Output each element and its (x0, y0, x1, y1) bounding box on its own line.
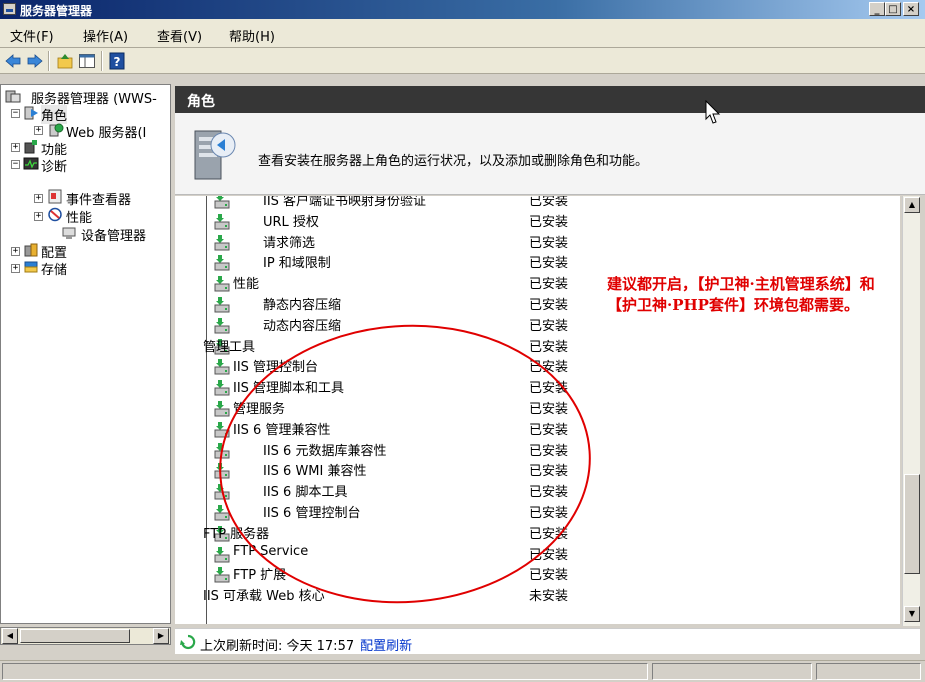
mouse-cursor-icon (705, 100, 721, 124)
tree-item-storage[interactable]: 存储 (41, 259, 67, 278)
status-panel-middle (652, 663, 812, 680)
role-service-name: IP 和域限制 (263, 256, 331, 272)
toolbar-separator (48, 51, 50, 71)
close-button[interactable]: × (903, 2, 919, 16)
forward-icon[interactable] (26, 52, 44, 70)
role-service-name: 性能 (233, 277, 260, 293)
toolbar: ? (0, 48, 925, 74)
pane-title: 角色 (187, 94, 215, 110)
toolbar-separator (101, 51, 103, 71)
banner-description: 查看安装在服务器上角色的运行状况，以及添加或删除角色和功能。 (258, 154, 649, 169)
expand-toggle[interactable]: + (11, 264, 20, 273)
installed-service-icon (214, 234, 230, 251)
status-bar (0, 660, 925, 682)
minimize-button[interactable]: _ (869, 2, 885, 16)
help-icon[interactable]: ? (108, 52, 126, 70)
svg-text:?: ? (114, 55, 121, 69)
tree-item-web-server[interactable]: Web 服务器(I (66, 122, 146, 141)
roles-icon (24, 106, 38, 120)
installed-service-icon (214, 196, 230, 209)
configure-refresh-link[interactable]: 配置刷新 (360, 639, 412, 654)
role-service-status: 已安装 (529, 256, 569, 272)
tree-scroll-thumb[interactable] (20, 629, 130, 643)
show-hide-tree-icon[interactable] (78, 52, 96, 70)
menu-file[interactable]: 文件(F) (10, 26, 54, 45)
web-server-icon (49, 123, 64, 137)
performance-icon (48, 207, 62, 222)
role-service-status: 已安装 (529, 235, 569, 251)
refresh-icon (180, 634, 196, 650)
installed-service-icon (214, 297, 230, 313)
diagnostics-icon (23, 157, 39, 170)
back-icon[interactable] (4, 52, 22, 70)
up-folder-icon[interactable] (56, 52, 74, 70)
maximize-button[interactable]: □ (885, 2, 901, 16)
pane-header: 角色 (175, 86, 925, 113)
tree-connector-line (206, 196, 207, 624)
role-service-name: 静态内容压缩 (263, 298, 342, 313)
last-refresh-label: 上次刷新时间: 今天 17:57 (200, 639, 355, 654)
menu-bar: 文件(F) 操作(A) 查看(V) 帮助(H) (0, 19, 925, 48)
window-title: 服务器管理器 (20, 4, 93, 18)
content-vertical-scrollbar[interactable]: ▲ ▼ (902, 196, 920, 626)
expand-toggle[interactable]: + (11, 247, 20, 256)
tree-horizontal-scrollbar[interactable]: ◀ ▶ (0, 627, 171, 645)
device-manager-icon (62, 227, 76, 239)
annotation-note: 建议都开启，【护卫神·主机管理系统】和【护卫神·PHP套件】环境包都需要。 (607, 274, 897, 316)
red-circle-annotation (219, 324, 591, 604)
role-service-name: IIS 客户端证书映射身份验证 (263, 196, 427, 209)
content-scroll-thumb[interactable] (904, 474, 920, 574)
expand-toggle[interactable]: + (34, 126, 43, 135)
role-services-list: IIS 客户端证书映射身份验证 已安装 URL 授权 已安装 请求筛选 已安装 IP 和域限… (175, 196, 900, 624)
scroll-up-button[interactable]: ▲ (904, 197, 920, 213)
installed-service-icon (214, 276, 230, 292)
server-tower-icon (194, 130, 236, 180)
role-service-name: 请求筛选 (263, 235, 316, 251)
status-panel-main (2, 663, 648, 680)
role-service-name: URL 授权 (263, 214, 319, 230)
menu-action[interactable]: 操作(A) (83, 26, 128, 45)
expand-toggle[interactable]: + (34, 212, 43, 221)
collapse-toggle[interactable]: − (11, 160, 20, 169)
refresh-bar: 上次刷新时间: 今天 17:57 配置刷新 (175, 628, 920, 654)
tree-item-event-viewer[interactable]: 事件查看器 (66, 189, 131, 208)
scroll-left-button[interactable]: ◀ (2, 628, 18, 644)
role-service-status: 已安装 (529, 196, 569, 209)
event-viewer-icon (48, 189, 62, 204)
storage-icon (24, 261, 38, 273)
navigation-tree: 服务器管理器 (WWS- − 角色 + Web 服务器(I + 功能 − 诊断 … (0, 84, 171, 624)
role-service-status: 已安装 (529, 214, 569, 230)
menu-help[interactable]: 帮助(H) (229, 26, 275, 45)
server-manager-icon (5, 90, 21, 103)
title-bar: 服务器管理器 _ □ × (0, 0, 925, 19)
tree-item-diagnostics[interactable]: 诊断 (41, 156, 67, 175)
installed-service-icon (214, 255, 230, 271)
tree-item-performance[interactable]: 性能 (66, 207, 92, 226)
tree-item-device-manager[interactable]: 设备管理器 (81, 225, 146, 244)
features-icon (24, 140, 37, 154)
scroll-right-button[interactable]: ▶ (153, 628, 169, 644)
configuration-icon (24, 243, 38, 257)
installed-service-icon (214, 213, 230, 230)
expand-toggle[interactable]: + (34, 194, 43, 203)
scroll-down-button[interactable]: ▼ (904, 606, 920, 622)
roles-summary-banner: 查看安装在服务器上角色的运行状况，以及添加或删除角色和功能。 (175, 113, 925, 195)
server-manager-app-icon (3, 3, 16, 15)
collapse-toggle[interactable]: − (11, 109, 20, 118)
role-service-status: 已安装 (529, 298, 569, 313)
expand-toggle[interactable]: + (11, 143, 20, 152)
menu-view[interactable]: 查看(V) (157, 26, 202, 45)
role-service-status: 已安装 (529, 277, 569, 293)
status-panel-right (816, 663, 921, 680)
